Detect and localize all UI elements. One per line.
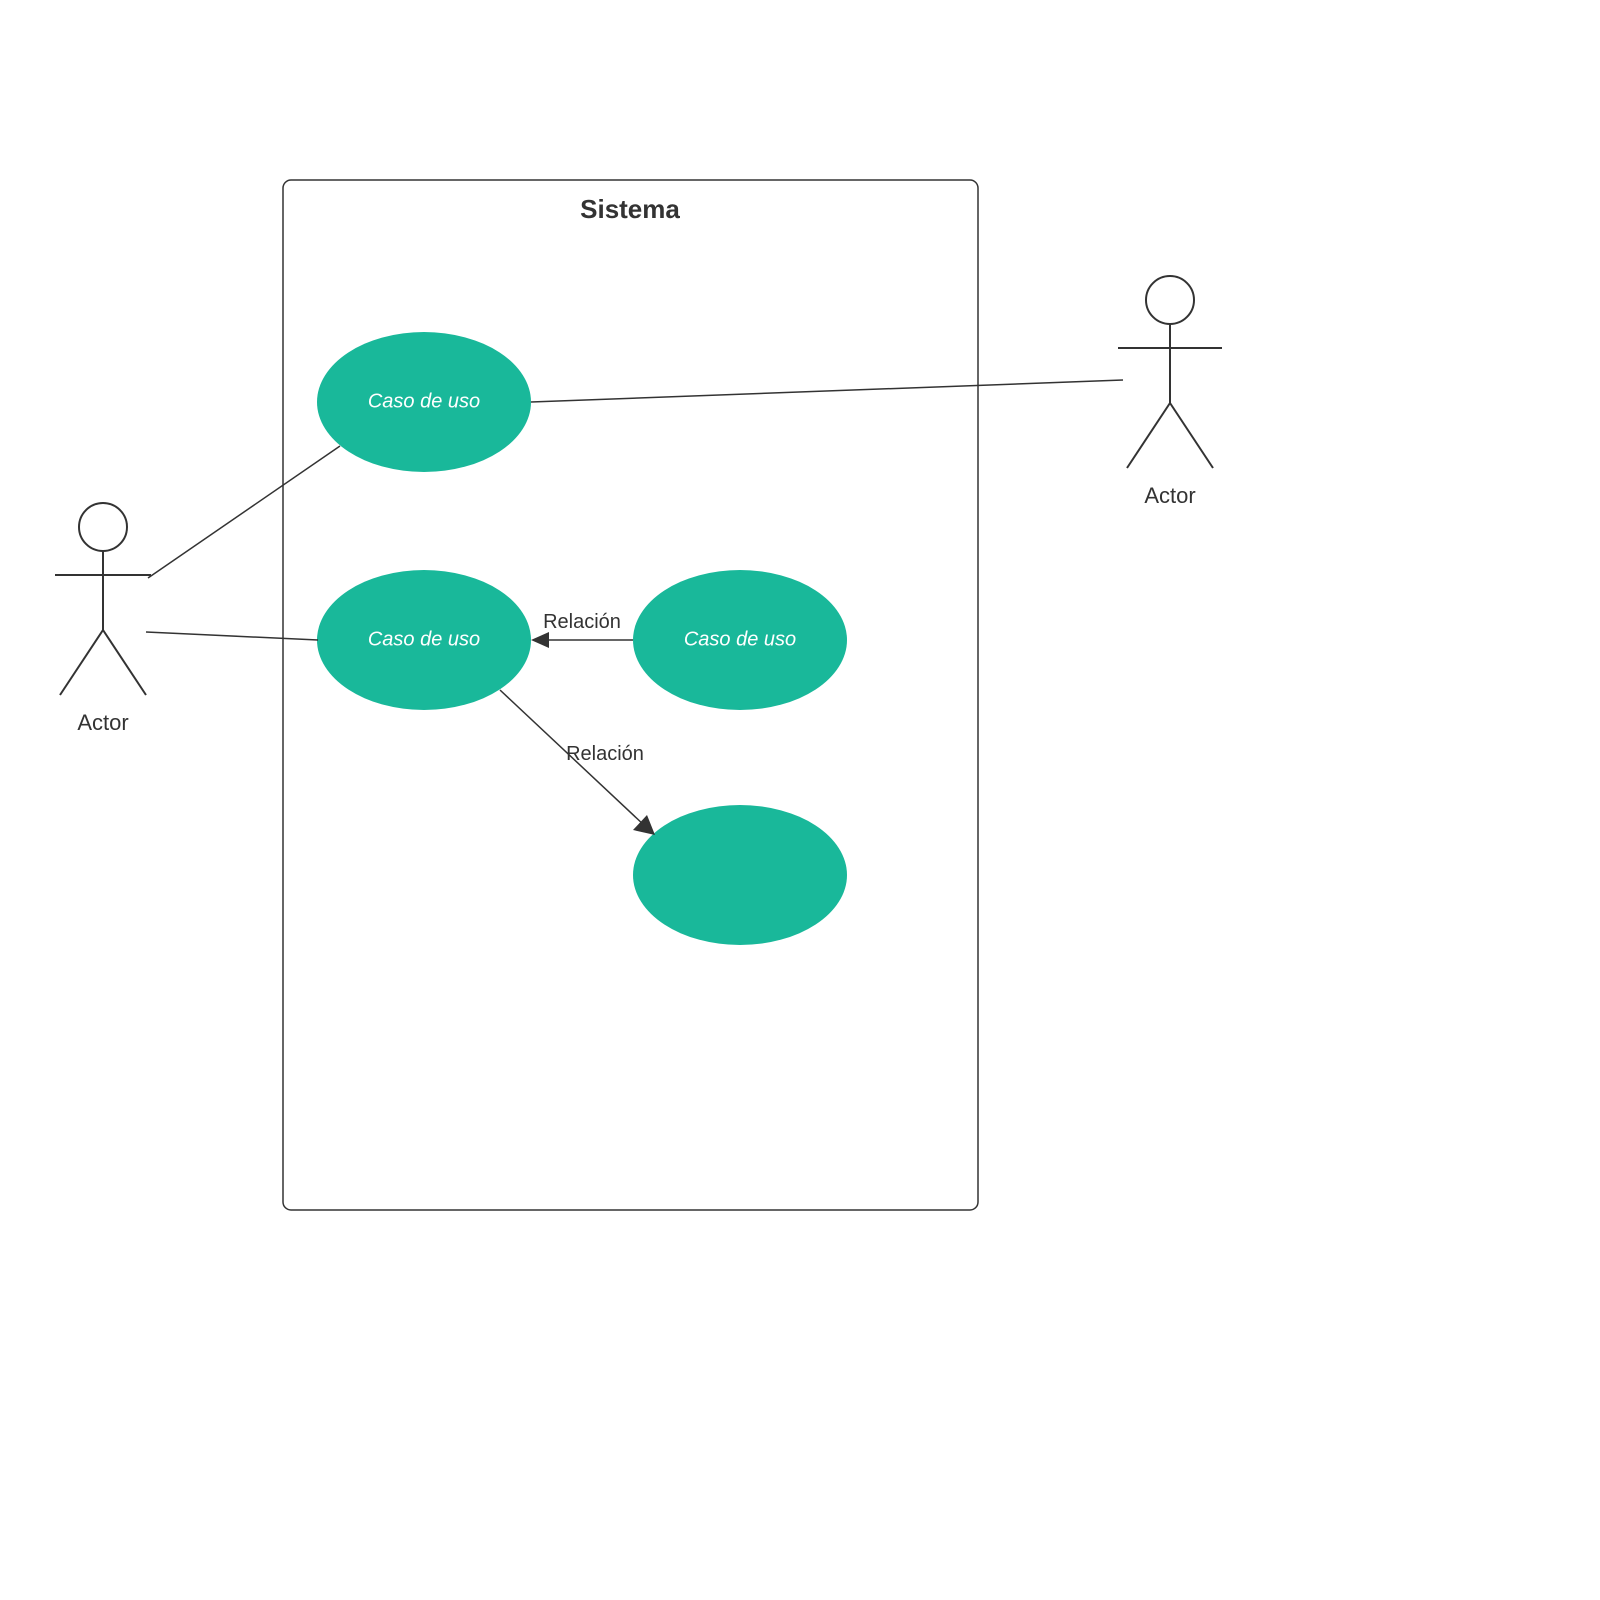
actor-icon — [79, 503, 127, 551]
actor-left: Actor — [55, 503, 151, 735]
usecase-2-label: Caso de uso — [368, 628, 480, 650]
assoc-actorleft-uc1 — [148, 446, 340, 578]
relation-2-label: Relación — [566, 743, 644, 765]
use-case-diagram: Sistema Caso de uso Caso de uso Caso de … — [0, 0, 1600, 1600]
actor-right: Actor — [1118, 276, 1222, 508]
usecase-1-label: Caso de uso — [368, 390, 480, 412]
system-title: Sistema — [580, 194, 680, 224]
relation-uc3-to-uc2: Relación — [531, 611, 633, 648]
actor-icon — [1146, 276, 1194, 324]
relation-uc2-to-uc4: Relación — [500, 690, 655, 835]
actor-left-label: Actor — [77, 710, 128, 735]
actor-right-label: Actor — [1144, 483, 1195, 508]
assoc-actorleft-uc2 — [146, 632, 318, 640]
assoc-uc1-actorright — [531, 380, 1123, 402]
usecase-4 — [633, 805, 847, 945]
usecase-3-label: Caso de uso — [684, 628, 796, 650]
relation-1-label: Relación — [543, 611, 621, 633]
